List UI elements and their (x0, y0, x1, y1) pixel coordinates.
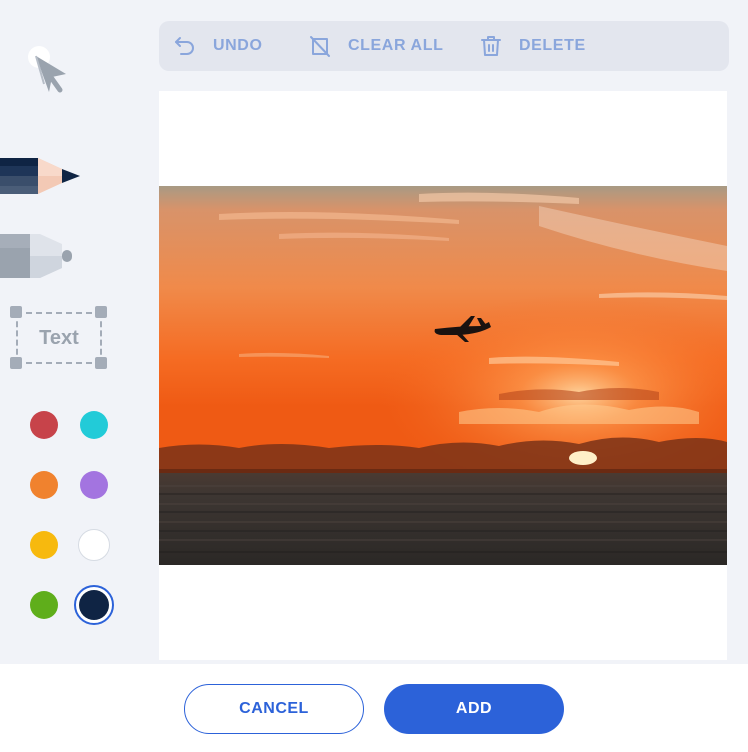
clear-all-label: CLEAR ALL (348, 37, 444, 54)
color-swatch-yellow[interactable] (30, 531, 58, 559)
undo-label: UNDO (213, 37, 263, 54)
resize-handle (10, 357, 22, 369)
editor-toolbar: UNDO CLEAR ALL DELETE (159, 21, 729, 71)
color-swatch-red[interactable] (30, 411, 58, 439)
cancel-button[interactable]: CANCEL (184, 684, 364, 734)
clear-canvas-icon (310, 36, 330, 57)
selected-color-dot (79, 590, 109, 620)
drawing-editor: Text UNDO CLEAR ALL DELETE (0, 0, 748, 664)
text-tool[interactable]: Text (8, 304, 110, 370)
trash-icon (481, 36, 501, 56)
add-button[interactable]: ADD (384, 684, 564, 734)
sunset-airplane-image (159, 186, 727, 565)
drawing-canvas[interactable] (159, 91, 727, 660)
sunset-photo (159, 186, 727, 565)
color-swatch-orange[interactable] (30, 471, 58, 499)
clear-all-button[interactable]: CLEAR ALL (308, 21, 443, 71)
undo-button[interactable]: UNDO (173, 21, 263, 71)
resize-handle (95, 357, 107, 369)
cursor-icon (28, 46, 66, 93)
color-swatch-cyan[interactable] (80, 411, 108, 439)
resize-handle (95, 306, 107, 318)
delete-label: DELETE (519, 37, 586, 54)
marker-icon (0, 234, 72, 278)
pencil-tool[interactable] (0, 152, 90, 208)
pencil-icon (0, 158, 80, 194)
select-tool[interactable] (18, 40, 78, 100)
resize-handle (10, 306, 22, 318)
marker-tool[interactable] (0, 226, 90, 286)
color-swatch-white[interactable] (78, 529, 110, 561)
dialog-footer: CANCEL ADD (0, 664, 748, 752)
text-tool-label: Text (16, 312, 102, 364)
undo-icon (175, 37, 194, 55)
delete-button[interactable]: DELETE (479, 21, 586, 71)
color-swatch-navy-selected[interactable] (74, 585, 114, 625)
color-swatch-purple[interactable] (80, 471, 108, 499)
color-swatch-green[interactable] (30, 591, 58, 619)
